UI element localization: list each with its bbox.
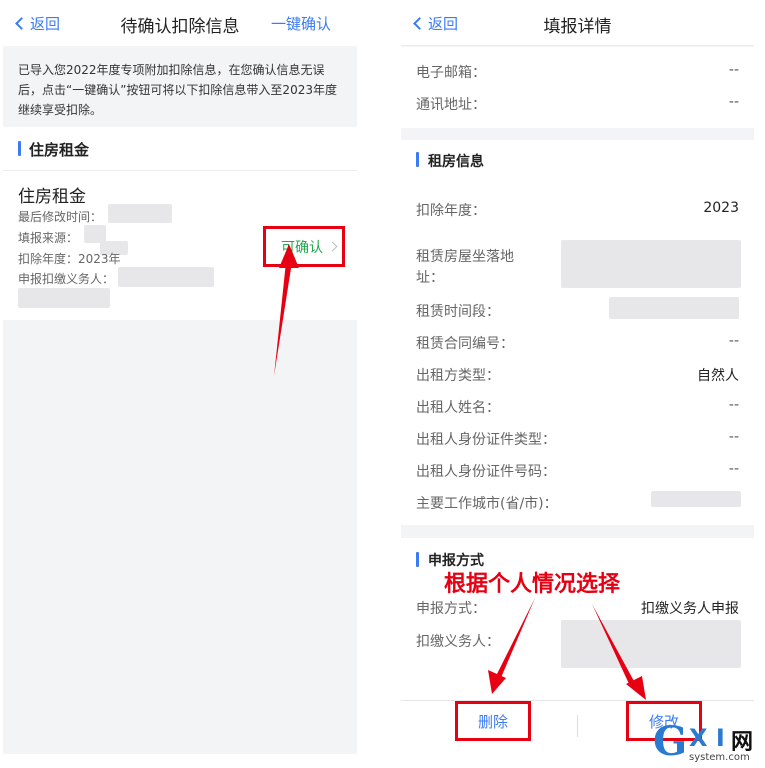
section-accent-bar (416, 152, 419, 167)
masked-period (609, 297, 739, 319)
rent-period-label: 租赁时间段： (416, 304, 500, 320)
email-label: 电子邮箱： (416, 65, 486, 81)
section-title: 租房信息 (428, 154, 484, 170)
landlord-type-label: 出租方类型： (416, 368, 500, 384)
landlord-name-value: -- (728, 397, 739, 413)
work-city-label: 主要工作城市(省/市)： (416, 496, 558, 512)
section-accent-bar (18, 141, 21, 156)
rent-year-label: 扣除年度： (416, 203, 486, 219)
right-nav-bar: 返回 填报详情 (401, 0, 754, 46)
declare-method-value: 扣缴义务人申报 (641, 601, 739, 617)
withholding-agent-label: 扣缴义务人： (416, 634, 500, 650)
landlord-id-type-label: 出租人身份证件类型： (416, 432, 556, 448)
landlord-id-type-value: -- (728, 429, 739, 445)
confirm-all-button[interactable]: 一键确认 (271, 13, 331, 34)
section-header-housing-rent: 住房租金 (3, 127, 357, 171)
address-label: 通讯地址： (416, 97, 486, 113)
logo-xi: X I (689, 724, 725, 752)
source-row: 填报来源： (18, 231, 79, 245)
confirm-label: 可确认 (281, 239, 323, 256)
confirm-item-button[interactable]: 可确认 (263, 226, 345, 267)
card-title: 住房租金 (18, 187, 86, 207)
watermark-logo: G X I 网 system.com (653, 718, 761, 766)
contract-no-value: -- (728, 333, 739, 349)
import-notice: 已导入您2022年度专项附加扣除信息，在您确认信息无误后，点击“一键确认”按钮可… (3, 46, 357, 126)
masked-value (108, 204, 172, 223)
left-nav-bar: 返回 待确认扣除信息 一键确认 (3, 0, 357, 46)
button-divider (577, 715, 578, 737)
annotation-text: 根据个人情况选择 (444, 572, 621, 597)
masked-value (118, 267, 214, 287)
rent-address-label: 租赁房屋坐落地址： (416, 249, 514, 286)
last-modified-row: 最后修改时间： (18, 210, 103, 224)
withholding-agent-row: 申报扣缴义务人： (18, 272, 115, 286)
landlord-id-no-label: 出租人身份证件号码： (416, 464, 556, 480)
rent-year-value: 2023 (703, 200, 739, 216)
deduction-card[interactable]: 住房租金 最后修改时间： 填报来源： 扣除年度：2023年 申报扣缴义务人： 可… (3, 171, 357, 320)
masked-address (561, 240, 741, 288)
rent-info-block: 租房信息 扣除年度： 2023 租赁房屋坐落地址： 租赁时间段： 租赁合同编号：… (401, 140, 754, 525)
declare-method-label: 申报方式： (416, 601, 486, 617)
section-title: 住房租金 (29, 141, 90, 159)
masked-value (18, 288, 110, 308)
deduction-year-row: 扣除年度：2023年 (18, 252, 121, 266)
section-accent-bar (416, 552, 419, 567)
delete-button[interactable]: 删除 (455, 701, 531, 741)
logo-domain: system.com (689, 752, 750, 763)
masked-agent (561, 620, 741, 668)
logo-g: G (653, 718, 688, 765)
page-title: 填报详情 (543, 17, 612, 37)
landlord-name-label: 出租人姓名： (416, 400, 500, 416)
contact-info-block: 电子邮箱： -- 通讯地址： -- (401, 47, 754, 128)
landlord-type-value: 自然人 (697, 368, 739, 384)
chevron-right-icon (327, 241, 338, 252)
contract-no-label: 租赁合同编号： (416, 336, 514, 352)
email-value: -- (728, 62, 739, 78)
masked-city (651, 491, 741, 507)
left-screen: 返回 待确认扣除信息 一键确认 已导入您2022年度专项附加扣除信息，在您确认信… (3, 0, 357, 754)
landlord-id-no-value: -- (728, 461, 739, 477)
address-value: -- (728, 94, 739, 110)
declaration-block: 申报方式 申报方式： 扣缴义务人申报 扣缴义务人： (401, 538, 754, 700)
